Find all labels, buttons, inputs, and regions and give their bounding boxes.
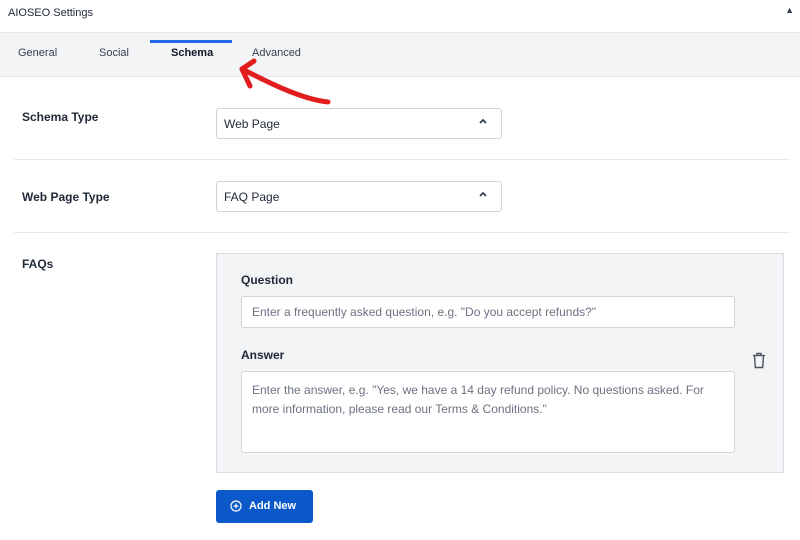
web-page-type-select[interactable]: FAQ Page — [216, 181, 502, 212]
chevron-up-icon — [479, 191, 487, 197]
add-new-label: Add New — [249, 500, 297, 512]
question-input[interactable] — [241, 296, 735, 328]
row-divider — [14, 159, 790, 160]
tab-social[interactable]: Social — [99, 47, 129, 59]
web-page-type-value: FAQ Page — [224, 190, 280, 204]
add-new-button[interactable]: Add New — [216, 490, 313, 523]
trash-icon[interactable] — [752, 352, 766, 369]
schema-type-label: Schema Type — [22, 110, 99, 124]
caret-up-icon[interactable]: ▲ — [785, 5, 794, 15]
settings-header: AIOSEO Settings ▲ — [0, 0, 800, 33]
tab-general[interactable]: General — [18, 47, 57, 59]
schema-type-value: Web Page — [224, 117, 280, 131]
row-divider — [14, 232, 790, 233]
active-tab-indicator — [150, 40, 232, 43]
tab-bar: General Social Schema Advanced — [0, 33, 800, 77]
plus-circle-icon — [230, 500, 242, 512]
red-arrow-annotation — [239, 58, 331, 105]
tab-schema[interactable]: Schema — [171, 47, 213, 59]
schema-type-select[interactable]: Web Page — [216, 108, 502, 139]
web-page-type-label: Web Page Type — [22, 190, 110, 204]
answer-textarea[interactable] — [241, 371, 735, 453]
panel-title: AIOSEO Settings — [8, 7, 93, 19]
chevron-up-icon — [479, 118, 487, 124]
answer-label: Answer — [241, 348, 285, 362]
question-label: Question — [241, 273, 294, 287]
faqs-label: FAQs — [22, 257, 54, 271]
